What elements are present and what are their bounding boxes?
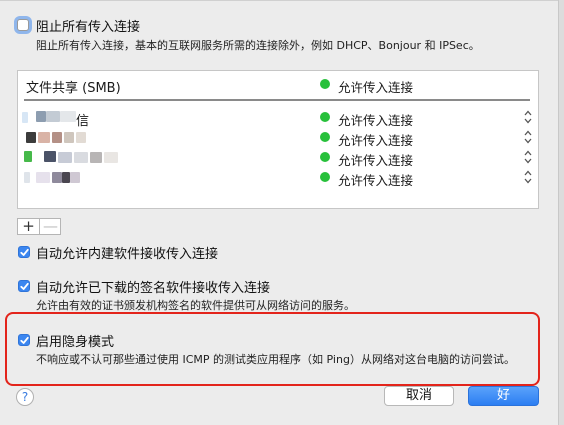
stepper-icon[interactable] (523, 169, 533, 185)
app-status: 允许传入连接 (338, 80, 414, 95)
add-remove-control: + — (17, 217, 61, 235)
app-icon (24, 172, 30, 183)
app-icon (74, 152, 88, 163)
ok-button[interactable]: 好 (468, 386, 539, 406)
remove-app-button[interactable]: — (40, 217, 61, 235)
app-icon (44, 151, 56, 162)
status-dot-icon (320, 152, 330, 162)
status-dot-icon (320, 172, 330, 182)
app-icon (70, 172, 80, 183)
stepper-icon[interactable] (523, 109, 533, 125)
auto-builtin-checkbox[interactable] (18, 246, 30, 258)
app-icon (76, 132, 86, 143)
block-all-description: 阻止所有传入连接，基本的互联网服务所需的连接除外，例如 DHCP、Bonjour… (36, 39, 480, 52)
app-icon (90, 152, 102, 163)
list-row-file-sharing[interactable]: 文件共享 (SMB) 允许传入连接 (18, 74, 538, 96)
status-dot-icon (320, 79, 330, 89)
app-icon (60, 111, 76, 122)
block-all-checkbox[interactable] (17, 19, 29, 31)
app-status: 允许传入连接 (338, 173, 414, 188)
stepper-icon[interactable] (523, 149, 533, 165)
auto-builtin-label: 自动允许内建软件接收传入连接 (36, 247, 219, 262)
app-icon (52, 172, 62, 183)
app-icon (52, 132, 62, 143)
window-top-border (0, 0, 558, 1)
app-icon (64, 132, 74, 143)
list-row[interactable]: 允许传入连接 (18, 127, 538, 148)
checkmark-icon (20, 282, 29, 290)
status-dot-icon (320, 112, 330, 122)
app-icon (22, 112, 28, 123)
checkmark-icon (20, 248, 29, 256)
auto-signed-label: 自动允许已下载的签名软件接收传入连接 (36, 281, 271, 296)
app-name: 文件共享 (SMB) (26, 81, 121, 96)
help-button[interactable]: ? (16, 388, 34, 406)
app-icon (24, 151, 32, 162)
list-row[interactable]: 信 允许传入连接 (18, 107, 538, 129)
app-list[interactable]: 文件共享 (SMB) 允许传入连接 信 允许传入连接 允许传入连接 允许传入连接 (17, 70, 539, 209)
app-icon (26, 132, 36, 143)
annotation-highlight-box (5, 312, 540, 386)
app-icon (58, 152, 72, 163)
status-dot-icon (320, 132, 330, 142)
auto-signed-description: 允许由有效的证书颁发机构签名的软件提供可从网络访问的服务。 (36, 299, 355, 312)
list-row[interactable]: 允许传入连接 (18, 167, 538, 188)
auto-signed-checkbox[interactable] (18, 280, 30, 292)
app-icon (46, 111, 60, 122)
cancel-button[interactable]: 取消 (384, 386, 454, 406)
app-icon (38, 132, 50, 143)
app-icon (36, 111, 46, 122)
list-separator (24, 99, 530, 101)
add-app-button[interactable]: + (18, 217, 39, 235)
window-edge (558, 0, 564, 425)
app-icon (62, 172, 70, 183)
block-all-label: 阻止所有传入连接 (36, 20, 141, 35)
stepper-icon[interactable] (523, 129, 533, 145)
list-row[interactable]: 允许传入连接 (18, 147, 538, 168)
app-icon (36, 172, 50, 183)
app-icon (104, 152, 118, 163)
